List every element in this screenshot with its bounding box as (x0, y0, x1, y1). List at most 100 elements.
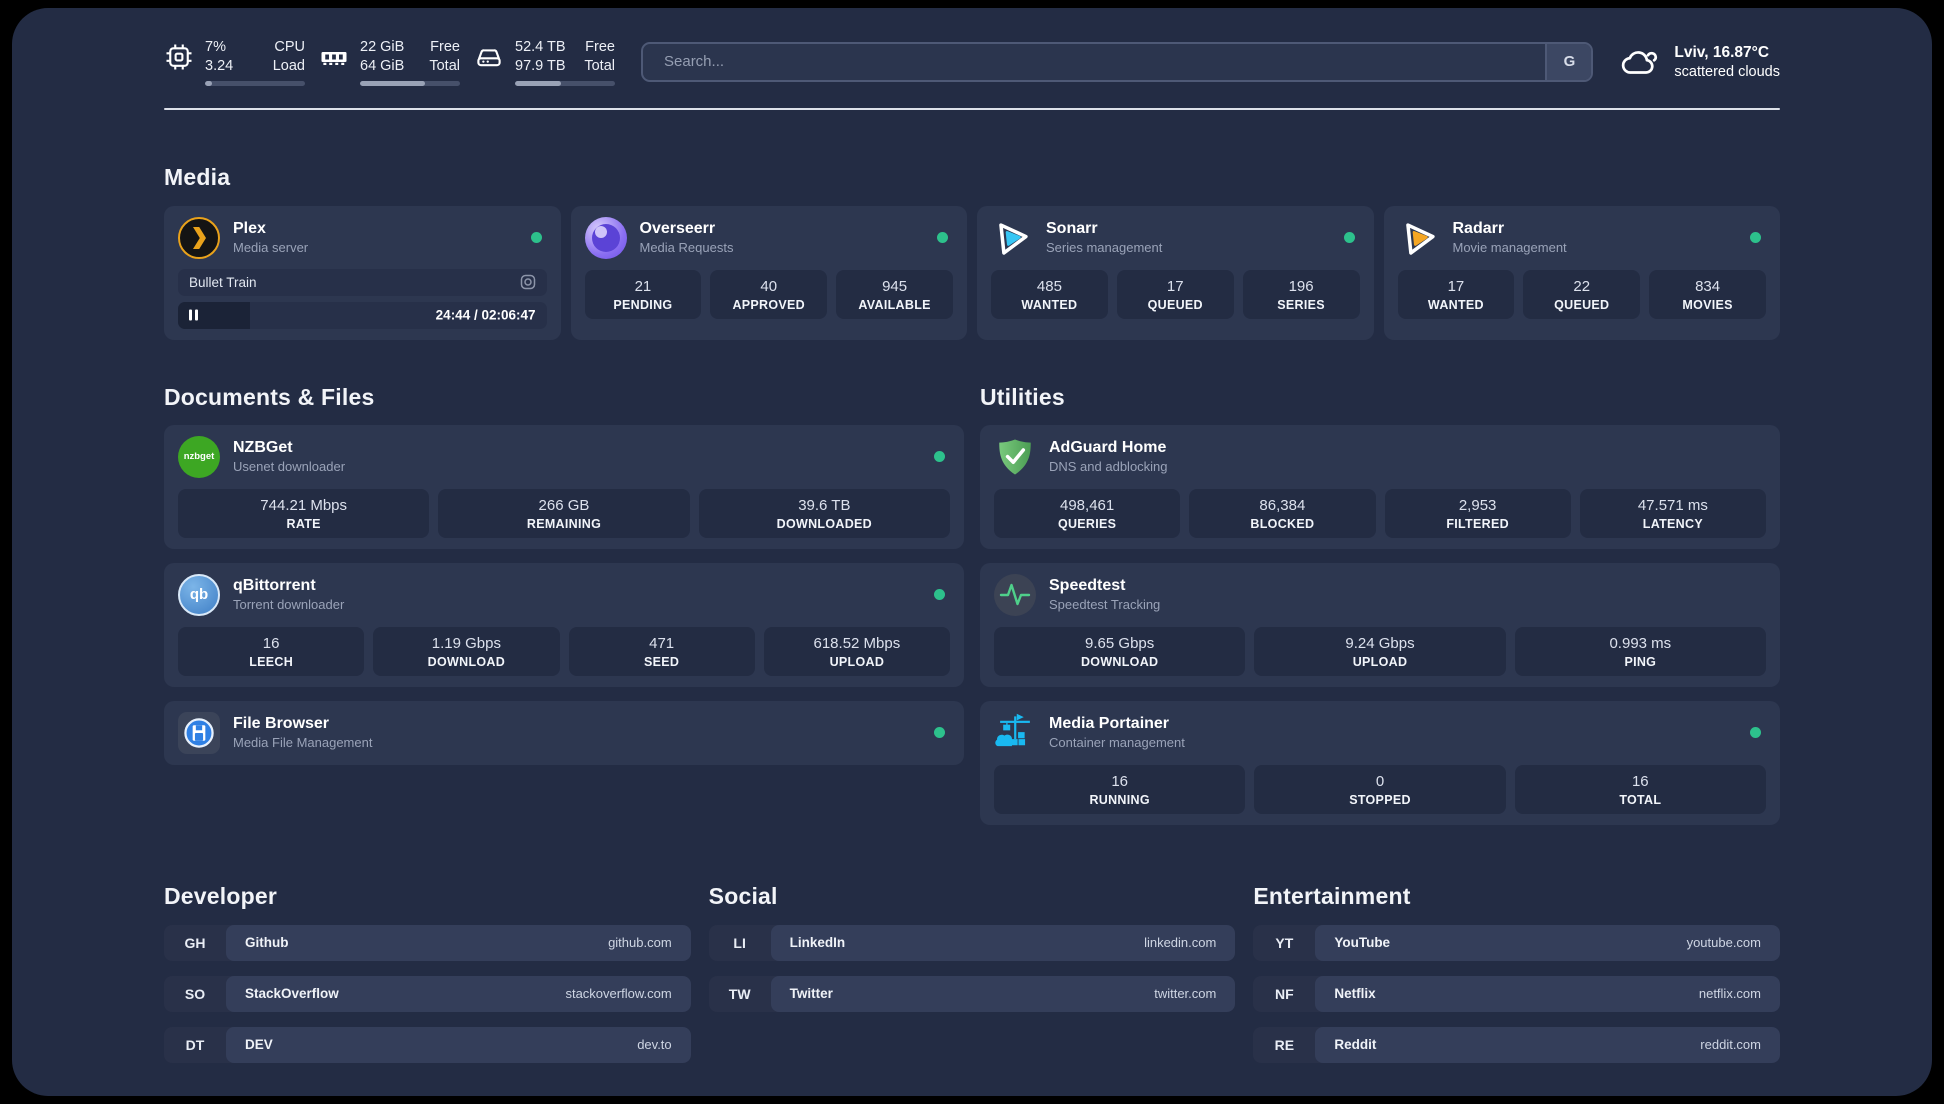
stat-label: REMAINING (526, 516, 602, 531)
stat-label: QUERIES (1057, 516, 1117, 531)
overseerr-icon (584, 216, 627, 259)
stat-value: 196 (1288, 277, 1314, 295)
cpu-load-value: 3.24 (205, 57, 234, 74)
link-domain: reddit.com (1700, 1037, 1761, 1053)
stat-box: 834 MOVIES (1649, 269, 1766, 319)
stat-box: 22 QUEUED (1523, 269, 1641, 319)
link-row-linkedin[interactable]: LI LinkedIn linkedin.com (708, 924, 1236, 961)
app-card-qbittorrent[interactable]: qb qBittorrent Torrent downloader 16 LEE… (164, 562, 964, 687)
cpu-progress-bar (205, 80, 305, 86)
search-bar: G (641, 41, 1594, 82)
link-abbr: GH (184, 934, 206, 951)
app-card-adguard[interactable]: AdGuard Home DNS and adblocking 498,461 … (980, 424, 1780, 549)
link-row-youtube[interactable]: YT YouTube youtube.com (1253, 924, 1780, 961)
stat-value: 498,461 (1060, 496, 1115, 514)
playback-progress-bar[interactable]: 24:44 / 02:06:47 (178, 301, 547, 329)
stat-value: 21 (634, 277, 652, 295)
stat-box: 86,384 BLOCKED (1189, 488, 1376, 538)
app-card-radarr[interactable]: Radarr Movie management 17 WANTED 22 QUE… (1383, 205, 1780, 340)
memory-free-value: 22 GiB (360, 39, 405, 55)
nzbget-icon: nzbget (178, 435, 220, 478)
link-name: Netflix (1334, 986, 1376, 1002)
app-card-sonarr[interactable]: Sonarr Series management 485 WANTED 17 Q… (977, 205, 1374, 340)
status-dot (934, 589, 945, 601)
link-domain: github.com (608, 935, 672, 951)
section-title-documents: Documents & Files (164, 383, 375, 410)
section-utilities: Utilities AdGuard Home DNS and adblockin… (980, 384, 1780, 825)
app-title: Media Portainer (1049, 715, 1170, 733)
weather-condition: scattered clouds (1674, 63, 1780, 80)
session-target-icon[interactable] (520, 274, 536, 290)
speedtest-icon (994, 573, 1036, 616)
app-description: DNS and adblocking (1049, 459, 1168, 475)
memory-total-label: Total (429, 57, 460, 74)
app-card-filebrowser[interactable]: File Browser Media File Management (164, 700, 964, 765)
stat-value: 86,384 (1259, 496, 1306, 514)
link-row-twitter[interactable]: TW Twitter twitter.com (708, 975, 1236, 1012)
system-stats: 7% CPU 3.24 Load 22 GiB Free 64 GiB Tota… (164, 38, 615, 86)
stat-value: 40 (760, 277, 778, 295)
stat-label: WANTED (1021, 297, 1078, 312)
stat-box: 17 WANTED (1397, 269, 1515, 319)
app-card-plex[interactable]: Plex Media server Bullet Train 24:44 / 0… (164, 205, 561, 340)
dashboard: 7% CPU 3.24 Load 22 GiB Free 64 GiB Tota… (12, 8, 1932, 1096)
stat-box: 17 QUEUED (1116, 269, 1234, 319)
link-row-reddit[interactable]: RE Reddit reddit.com (1253, 1026, 1780, 1063)
status-dot (934, 451, 945, 463)
cloud-icon (1619, 46, 1661, 78)
stat-value: 16 (1111, 772, 1128, 790)
pause-icon[interactable] (189, 309, 198, 321)
link-row-github[interactable]: GH Github github.com (164, 924, 691, 961)
link-domain: dev.to (637, 1037, 672, 1053)
app-card-portainer[interactable]: Media Portainer Container management 16 … (980, 700, 1780, 825)
stat-label: SERIES (1277, 297, 1325, 312)
stat-label: QUEUED (1147, 297, 1203, 312)
stat-label: DOWNLOADED (776, 516, 872, 531)
stat-box: 9.24 Gbps UPLOAD (1254, 626, 1506, 676)
search-engine-button[interactable]: G (1545, 43, 1592, 80)
disk-total-value: 97.9 TB (515, 57, 566, 74)
app-title: NZBGet (233, 439, 293, 457)
link-name: Github (245, 935, 289, 951)
stat-label: PENDING (613, 297, 673, 312)
app-card-speedtest[interactable]: Speedtest Speedtest Tracking 9.65 Gbps D… (980, 562, 1780, 687)
app-card-overseerr[interactable]: Overseerr Media Requests 21 PENDING 40 A… (570, 205, 967, 340)
stat-box: 945 AVAILABLE (836, 269, 953, 319)
link-abbr: SO (184, 985, 206, 1002)
stat-value: 9.24 Gbps (1345, 634, 1415, 652)
status-dot (530, 232, 542, 244)
search-input[interactable] (643, 43, 1546, 80)
link-name: DEV (245, 1037, 273, 1053)
stat-value: 9.65 Gbps (1085, 634, 1155, 652)
link-abbr: LI (733, 934, 746, 951)
link-row-dev[interactable]: DT DEV dev.to (164, 1026, 691, 1063)
link-row-netflix[interactable]: NF Netflix netflix.com (1253, 975, 1780, 1012)
app-title: Plex (233, 220, 266, 238)
link-row-stackoverflow[interactable]: SO StackOverflow stackoverflow.com (164, 975, 691, 1012)
stat-value: 471 (649, 634, 675, 652)
cpu-usage-label: CPU (274, 39, 305, 55)
playback-time: 24:44 / 02:06:47 (435, 307, 536, 323)
link-domain: linkedin.com (1144, 935, 1217, 951)
cpu-stat: 7% CPU 3.24 Load (164, 38, 305, 86)
stat-value: 17 (1447, 277, 1465, 295)
stat-label: UPLOAD (1352, 654, 1408, 669)
app-description: Media server (233, 240, 309, 256)
stat-label: WANTED (1427, 297, 1484, 312)
section-title-utilities: Utilities (980, 383, 1065, 410)
stat-value: 16 (262, 634, 280, 652)
section-media: Media Plex Media server Bullet Train 24:… (164, 164, 1780, 340)
stat-box: 9.65 Gbps DOWNLOAD (994, 626, 1246, 676)
stat-label: RATE (286, 516, 321, 531)
link-abbr: YT (1275, 934, 1294, 951)
status-dot (1343, 232, 1355, 244)
now-playing-title: Bullet Train (189, 274, 257, 290)
app-title: AdGuard Home (1049, 439, 1167, 457)
stat-box: 0 STOPPED (1254, 764, 1506, 814)
app-description: Movie management (1452, 240, 1567, 256)
stat-box: 2,953 FILTERED (1384, 488, 1571, 538)
stat-box: 266 GB REMAINING (438, 488, 690, 538)
stat-box: 16 LEECH (178, 626, 365, 676)
weather-widget: Lviv, 16.87°C scattered clouds (1619, 44, 1780, 80)
app-card-nzbget[interactable]: nzbget NZBGet Usenet downloader 744.21 M… (164, 424, 964, 549)
